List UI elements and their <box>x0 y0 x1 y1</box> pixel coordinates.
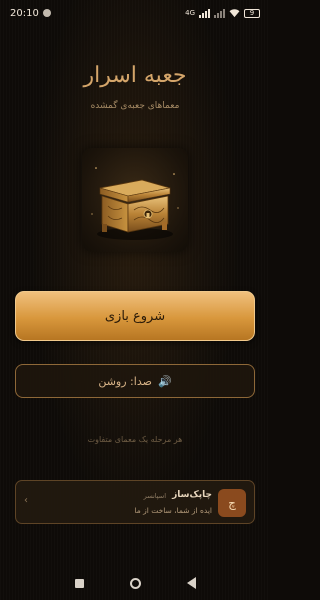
app-subtitle: معماهای جعبه‌ی گمشده <box>90 101 180 111</box>
speaker-icon: 🔊 <box>157 374 172 388</box>
start-game-button[interactable]: شروع بازی <box>15 291 255 341</box>
sponsor-name: چاپک‌ساز <box>172 490 212 500</box>
back-button[interactable] <box>186 577 196 589</box>
recents-button[interactable] <box>74 578 84 588</box>
network-type: 4G <box>185 8 195 17</box>
sponsor-description: ایده از شما، ساخت از ما <box>134 506 212 515</box>
sound-toggle-button[interactable]: صدا: روشن 🔊 <box>15 364 255 398</box>
signal-icon-2 <box>214 8 225 18</box>
chest-image <box>82 148 188 252</box>
home-button[interactable] <box>129 577 141 589</box>
sponsor-tag: اسپانسر <box>143 492 166 500</box>
wifi-icon <box>229 8 240 17</box>
notification-icon <box>42 9 51 17</box>
signal-icon <box>199 8 210 18</box>
status-time: 20:10 <box>10 7 39 19</box>
chevron-left-icon: ‹ <box>24 495 28 506</box>
sponsor-card[interactable]: چ چاپک‌ساز اسپانسر ایده از شما، ساخت از … <box>15 480 255 524</box>
battery-icon: 9 <box>244 8 260 18</box>
status-bar: 20:10 4G 9 <box>0 0 270 26</box>
system-nav-bar <box>0 566 270 600</box>
app-title: جعبه اسرار <box>83 63 187 88</box>
sponsor-logo: چ <box>218 489 246 517</box>
sound-label: صدا: روشن <box>98 374 152 388</box>
hint-text: هر مرحله یک معمای متفاوت <box>87 435 183 444</box>
